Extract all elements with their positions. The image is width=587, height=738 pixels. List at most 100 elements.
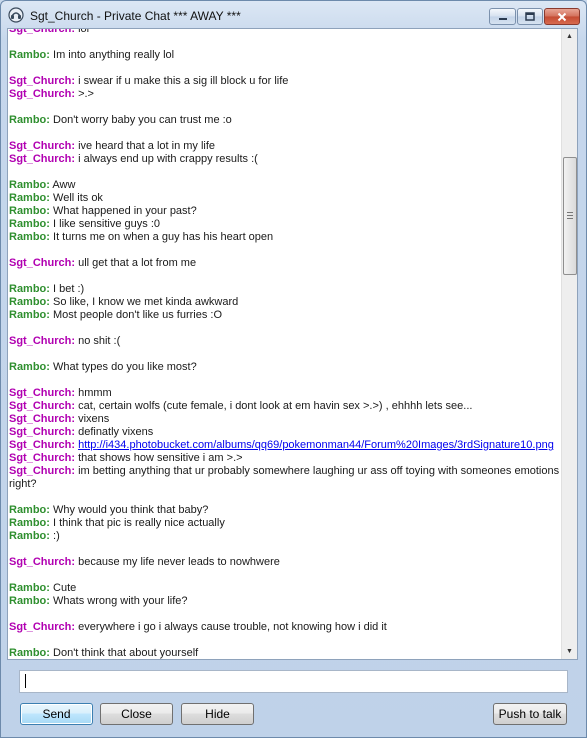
push-to-talk-button[interactable]: Push to talk (493, 703, 567, 725)
title-bar[interactable]: Sgt_Church - Private Chat *** AWAY *** (1, 1, 586, 29)
message-sender[interactable]: Rambo (9, 192, 46, 204)
message-sender[interactable]: Sgt_Church (9, 257, 71, 269)
hide-button[interactable]: Hide (181, 703, 254, 725)
chat-message: Sgt_Church: because my life never leads … (9, 556, 562, 569)
minimize-button[interactable] (489, 8, 516, 25)
chat-message: Sgt_Church: that shows how sensitive i a… (9, 452, 562, 465)
message-sender[interactable]: Sgt_Church (9, 439, 71, 451)
message-input[interactable] (19, 670, 568, 693)
chat-message: Rambo: Cute (9, 582, 562, 595)
message-text: because my life never leads to nowhwere (78, 556, 280, 568)
message-text: :) (53, 530, 60, 542)
send-button[interactable]: Send (20, 703, 93, 725)
window-title: Sgt_Church - Private Chat *** AWAY *** (30, 9, 241, 23)
chat-message: Rambo: What happened in your past? (9, 205, 562, 218)
sender-separator: : (71, 413, 76, 425)
chat-scrollbar[interactable]: ▲ ▼ (561, 29, 577, 659)
message-sender[interactable]: Rambo (9, 205, 46, 217)
message-sender[interactable]: Sgt_Church (9, 88, 71, 100)
message-sender[interactable]: Sgt_Church (9, 426, 71, 438)
message-link[interactable]: http://i434.photobucket.com/albums/qq69/… (78, 439, 554, 451)
message-sender[interactable]: Sgt_Church (9, 29, 71, 35)
message-sender[interactable]: Rambo (9, 296, 46, 308)
chat-message: Rambo: Most people don't like us furries… (9, 309, 562, 322)
message-text: What types do you like most? (53, 361, 197, 373)
message-sender[interactable]: Sgt_Church (9, 75, 71, 87)
message-sender[interactable]: Sgt_Church (9, 452, 71, 464)
message-gap (9, 62, 562, 75)
sender-separator: : (71, 426, 76, 438)
sender-separator: : (71, 140, 76, 152)
message-sender[interactable]: Sgt_Church (9, 153, 71, 165)
message-sender[interactable]: Rambo (9, 218, 46, 230)
scroll-down-button[interactable]: ▼ (562, 644, 577, 659)
message-sender[interactable]: Rambo (9, 595, 46, 607)
chat-message: Sgt_Church: cat, certain wolfs (cute fem… (9, 400, 562, 413)
message-sender[interactable]: Rambo (9, 179, 46, 191)
scrollbar-thumb[interactable] (563, 157, 577, 275)
sender-separator: : (71, 387, 76, 399)
scroll-up-button[interactable]: ▲ (562, 29, 577, 44)
sender-separator: : (71, 465, 76, 477)
message-sender[interactable]: Rambo (9, 582, 46, 594)
message-sender[interactable]: Rambo (9, 530, 46, 542)
message-sender[interactable]: Rambo (9, 49, 46, 61)
message-text: im betting anything that ur probably som… (9, 465, 560, 490)
message-sender[interactable]: Sgt_Church (9, 140, 71, 152)
chat-message: Rambo: Why would you think that baby? (9, 504, 562, 517)
message-sender[interactable]: Rambo (9, 114, 46, 126)
text-caret (25, 674, 26, 688)
close-button[interactable]: Close (100, 703, 173, 725)
message-gap (9, 127, 562, 140)
message-gap (9, 166, 562, 179)
message-sender[interactable]: Sgt_Church (9, 335, 71, 347)
maximize-button[interactable] (517, 8, 543, 25)
sender-separator: : (71, 153, 76, 165)
chat-message: Sgt_Church: i always end up with crappy … (9, 153, 562, 166)
message-sender[interactable]: Rambo (9, 647, 46, 659)
message-text: It turns me on when a guy has his heart … (53, 231, 274, 243)
app-icon (8, 7, 24, 23)
message-text: Why would you think that baby? (53, 504, 209, 516)
message-text: everywhere i go i always cause trouble, … (78, 621, 387, 633)
message-sender[interactable]: Sgt_Church (9, 387, 71, 399)
message-sender[interactable]: Rambo (9, 504, 46, 516)
chat-message: Sgt_Church: definatly vixens (9, 426, 562, 439)
message-text: >.> (78, 88, 94, 100)
sender-separator: : (46, 530, 50, 542)
sender-separator: : (46, 595, 50, 607)
chat-log[interactable]: Sgt_Church: lol Rambo: Im into anything r… (9, 29, 562, 659)
message-text: What happened in your past? (53, 205, 197, 217)
chat-message: Rambo: :) (9, 530, 562, 543)
message-gap (9, 374, 562, 387)
message-sender[interactable]: Rambo (9, 361, 46, 373)
message-sender[interactable]: Rambo (9, 309, 46, 321)
chat-message: Rambo: Whats wrong with your life? (9, 595, 562, 608)
sender-separator: : (46, 647, 50, 659)
chat-message: Sgt_Church: everywhere i go i always cau… (9, 621, 562, 634)
message-sender[interactable]: Sgt_Church (9, 621, 71, 633)
sender-separator: : (71, 621, 76, 633)
message-sender[interactable]: Sgt_Church (9, 400, 71, 412)
close-icon (557, 12, 567, 21)
close-window-button[interactable] (544, 8, 580, 25)
chat-message: Rambo: Don't think that about yourself (9, 647, 562, 659)
message-text: I think that pic is really nice actually (53, 517, 225, 529)
sender-separator: : (46, 283, 50, 295)
sender-separator: : (46, 309, 50, 321)
chat-message: Rambo: Im into anything really lol (9, 49, 562, 62)
message-sender[interactable]: Sgt_Church (9, 465, 71, 477)
sender-separator: : (46, 218, 50, 230)
sender-separator: : (71, 400, 76, 412)
message-sender[interactable]: Rambo (9, 283, 46, 295)
message-list: Sgt_Church: lol Rambo: Im into anything r… (9, 29, 562, 659)
message-sender[interactable]: Sgt_Church (9, 413, 71, 425)
message-gap (9, 101, 562, 114)
sender-separator: : (46, 517, 50, 529)
message-text: hmmm (78, 387, 112, 399)
message-sender[interactable]: Rambo (9, 231, 46, 243)
chat-message: Sgt_Church: i swear if u make this a sig… (9, 75, 562, 88)
message-sender[interactable]: Rambo (9, 517, 46, 529)
sender-separator: : (46, 231, 50, 243)
message-sender[interactable]: Sgt_Church (9, 556, 71, 568)
